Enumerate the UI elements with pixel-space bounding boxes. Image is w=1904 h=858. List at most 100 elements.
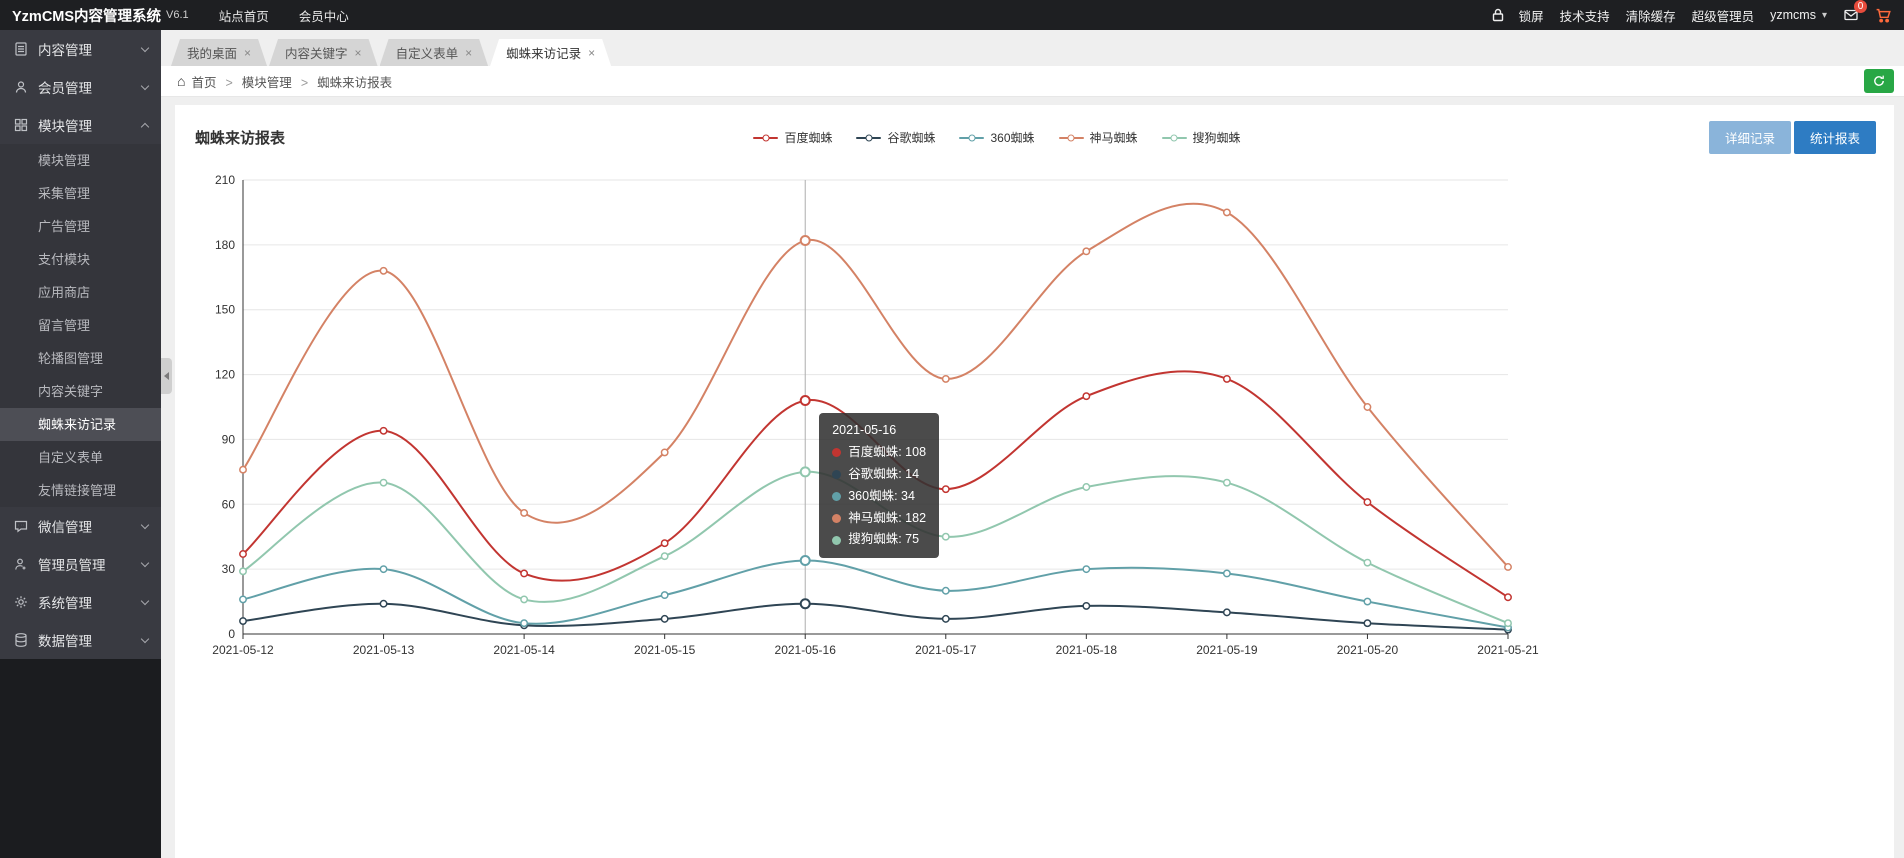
detail-records-button[interactable]: 详细记录 [1709,121,1791,154]
legend-item-shenma[interactable]: 神马蜘蛛 [1059,129,1138,146]
svg-text:180: 180 [215,238,235,252]
nav-member-center[interactable]: 会员中心 [299,6,349,25]
legend-marker-icon [753,137,778,139]
user-menu[interactable]: yzmcms ▾ [1770,8,1827,22]
legend-item-360[interactable]: 360蜘蛛 [959,129,1034,146]
submenu-label: 蜘蛛来访记录 [38,417,116,432]
sidebar-item-carousel[interactable]: 轮播图管理 [0,342,161,375]
breadcrumb-module-manage: 模块管理 [216,72,291,91]
sidebar-item-label: 内容管理 [38,39,92,59]
tab-bar: 我的桌面 × 内容关键字 × 自定义表单 × 蜘蛛来访记录 × [161,30,1904,66]
breadcrumb: ⌂ 首页 模块管理 蜘蛛来访报表 [161,66,1904,97]
legend-label: 谷歌蜘蛛 [887,129,935,146]
svg-text:2021-05-14: 2021-05-14 [493,643,555,657]
topbar: YzmCMS内容管理系统 V6.1 站点首页 会员中心 锁屏 技术支持 清除缓存… [0,0,1904,30]
sidebar-item-messages[interactable]: 留言管理 [0,309,161,342]
tab-spider-log[interactable]: 蜘蛛来访记录 × [490,39,611,66]
sidebar-item-friend-links[interactable]: 友情链接管理 [0,474,161,507]
sidebar-item-spider-log[interactable]: 蜘蛛来访记录 [0,408,161,441]
chevron-down-icon [141,43,149,51]
chevron-down-icon [141,520,149,528]
legend-marker-icon [856,137,881,139]
legend-label: 360蜘蛛 [990,129,1034,146]
svg-text:210: 210 [215,173,235,187]
submenu-label: 支付模块 [38,252,90,267]
lock-screen-button[interactable]: 锁屏 [1490,6,1544,25]
cart-button[interactable] [1875,7,1892,24]
sidebar-item-admin-manage[interactable]: 管理员管理 [0,545,161,583]
sidebar-item-data-manage[interactable]: 数据管理 [0,621,161,659]
svg-text:2021-05-20: 2021-05-20 [1337,643,1399,657]
admin-user-icon [13,556,29,572]
submenu-label: 轮播图管理 [38,351,103,366]
legend-marker-icon [959,137,984,139]
page-title: 蜘蛛来访报表 [195,127,285,148]
role-label: 超级管理员 [1692,6,1755,25]
legend-marker-icon [1162,137,1187,139]
tab-content-keywords[interactable]: 内容关键字 × [269,39,378,66]
sidebar-item-label: 模块管理 [38,115,92,135]
tab-desktop[interactable]: 我的桌面 × [171,39,267,66]
legend-item-baidu[interactable]: 百度蜘蛛 [753,129,832,146]
svg-text:90: 90 [222,432,236,446]
breadcrumb-home[interactable]: 首页 [191,72,216,91]
svg-text:2021-05-19: 2021-05-19 [1196,643,1258,657]
mail-button[interactable]: 0 [1843,7,1859,23]
svg-text:120: 120 [215,368,235,382]
sidebar-item-ads[interactable]: 广告管理 [0,210,161,243]
submenu-label: 内容关键字 [38,384,103,399]
sidebar-item-collect[interactable]: 采集管理 [0,177,161,210]
chart-legend: 百度蜘蛛 谷歌蜘蛛 360蜘蛛 神马蜘蛛 [753,129,1240,146]
sidebar-item-content-keywords[interactable]: 内容关键字 [0,375,161,408]
sidebar-footer-area [0,659,161,858]
svg-text:0: 0 [228,627,235,641]
svg-text:2021-05-21: 2021-05-21 [1477,643,1539,657]
tab-custom-form[interactable]: 自定义表单 × [380,39,489,66]
sidebar-item-app-store[interactable]: 应用商店 [0,276,161,309]
svg-text:150: 150 [215,303,235,317]
close-icon[interactable]: × [355,46,362,60]
nav-site-home[interactable]: 站点首页 [219,6,269,25]
sidebar-item-label: 管理员管理 [38,554,106,574]
sidebar-item-label: 数据管理 [38,630,92,650]
sidebar: 内容管理 会员管理 模块管理 模块管理 采集管理 广告管理 [0,30,161,858]
tab-label: 我的桌面 [187,43,237,62]
chevron-down-icon [141,81,149,89]
sidebar-item-module[interactable]: 模块管理 [0,144,161,177]
gear-icon [13,594,29,610]
sidebar-item-payment[interactable]: 支付模块 [0,243,161,276]
clear-cache-link[interactable]: 清除缓存 [1626,6,1676,25]
svg-text:2021-05-18: 2021-05-18 [1056,643,1118,657]
refresh-button[interactable] [1864,69,1894,93]
svg-text:60: 60 [222,497,236,511]
close-icon[interactable]: × [588,46,595,60]
sidebar-item-system-manage[interactable]: 系统管理 [0,583,161,621]
support-link[interactable]: 技术支持 [1560,6,1610,25]
sidebar-item-label: 系统管理 [38,592,92,612]
user-icon [13,79,29,95]
submenu-label: 应用商店 [38,285,90,300]
sidebar-collapse-handle[interactable] [161,358,172,394]
document-icon [13,41,29,57]
database-icon [13,632,29,648]
chevron-down-icon [141,634,149,642]
legend-item-sogou[interactable]: 搜狗蜘蛛 [1162,129,1241,146]
lock-icon [1490,7,1506,23]
stats-report-button[interactable]: 统计报表 [1794,121,1876,154]
legend-label: 百度蜘蛛 [784,129,832,146]
sidebar-submenu: 模块管理 采集管理 广告管理 支付模块 应用商店 留言管理 轮播图管理 内容关键… [0,144,161,507]
sidebar-item-wechat-manage[interactable]: 微信管理 [0,507,161,545]
sidebar-item-content-manage[interactable]: 内容管理 [0,30,161,68]
sidebar-item-custom-form[interactable]: 自定义表单 [0,441,161,474]
legend-item-google[interactable]: 谷歌蜘蛛 [856,129,935,146]
svg-text:30: 30 [222,562,236,576]
svg-text:2021-05-17: 2021-05-17 [915,643,977,657]
sidebar-item-module-manage[interactable]: 模块管理 [0,106,161,144]
svg-text:2021-05-15: 2021-05-15 [634,643,696,657]
close-icon[interactable]: × [244,46,251,60]
tab-label: 自定义表单 [396,43,459,62]
sidebar-item-label: 微信管理 [38,516,92,536]
close-icon[interactable]: × [465,46,472,60]
chevron-down-icon [141,558,149,566]
sidebar-item-member-manage[interactable]: 会员管理 [0,68,161,106]
